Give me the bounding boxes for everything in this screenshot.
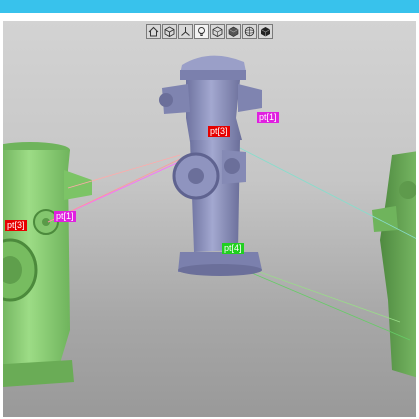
left-hydrant-model[interactable] — [0, 142, 92, 388]
cube-view-icon — [164, 26, 175, 37]
sphere-icon — [244, 26, 255, 37]
point-label-center-pt3[interactable]: pt[3] — [208, 126, 230, 137]
point-label-center-pt4[interactable]: pt[4] — [222, 243, 244, 254]
axes-button[interactable] — [178, 24, 193, 39]
cube-outline-icon — [212, 26, 223, 37]
right-hydrant-model[interactable] — [372, 150, 419, 380]
home-view-button[interactable] — [146, 24, 161, 39]
point-label-left-pt3[interactable]: pt[3] — [5, 220, 27, 231]
solid-button[interactable] — [226, 24, 241, 39]
scene-canvas[interactable] — [0, 0, 419, 419]
home-icon — [148, 26, 159, 37]
cube-view-button[interactable] — [162, 24, 177, 39]
lighting-button[interactable] — [194, 24, 209, 39]
point-label-center-pt1[interactable]: pt[1] — [257, 112, 279, 123]
point-label-left-pt1[interactable]: pt[1] — [54, 211, 76, 222]
axes-icon — [181, 27, 190, 36]
view-toolbar — [146, 24, 273, 40]
wireframe-button[interactable] — [210, 24, 225, 39]
center-hydrant-model[interactable] — [159, 55, 262, 276]
cube-solid-icon — [228, 26, 239, 37]
sphere-view-button[interactable] — [242, 24, 257, 39]
light-bulb-icon — [198, 27, 205, 36]
textured-button[interactable] — [258, 24, 273, 39]
cube-textured-icon — [260, 27, 271, 37]
